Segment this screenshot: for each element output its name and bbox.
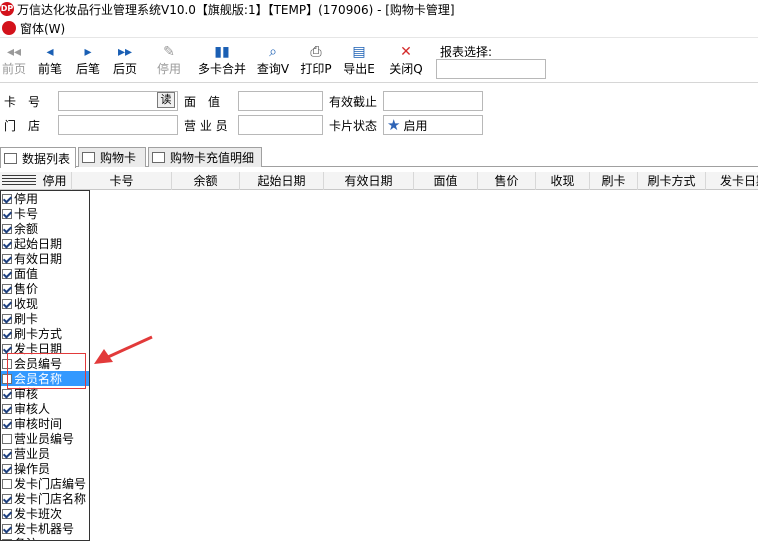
annotation-arrow-icon bbox=[94, 335, 153, 364]
